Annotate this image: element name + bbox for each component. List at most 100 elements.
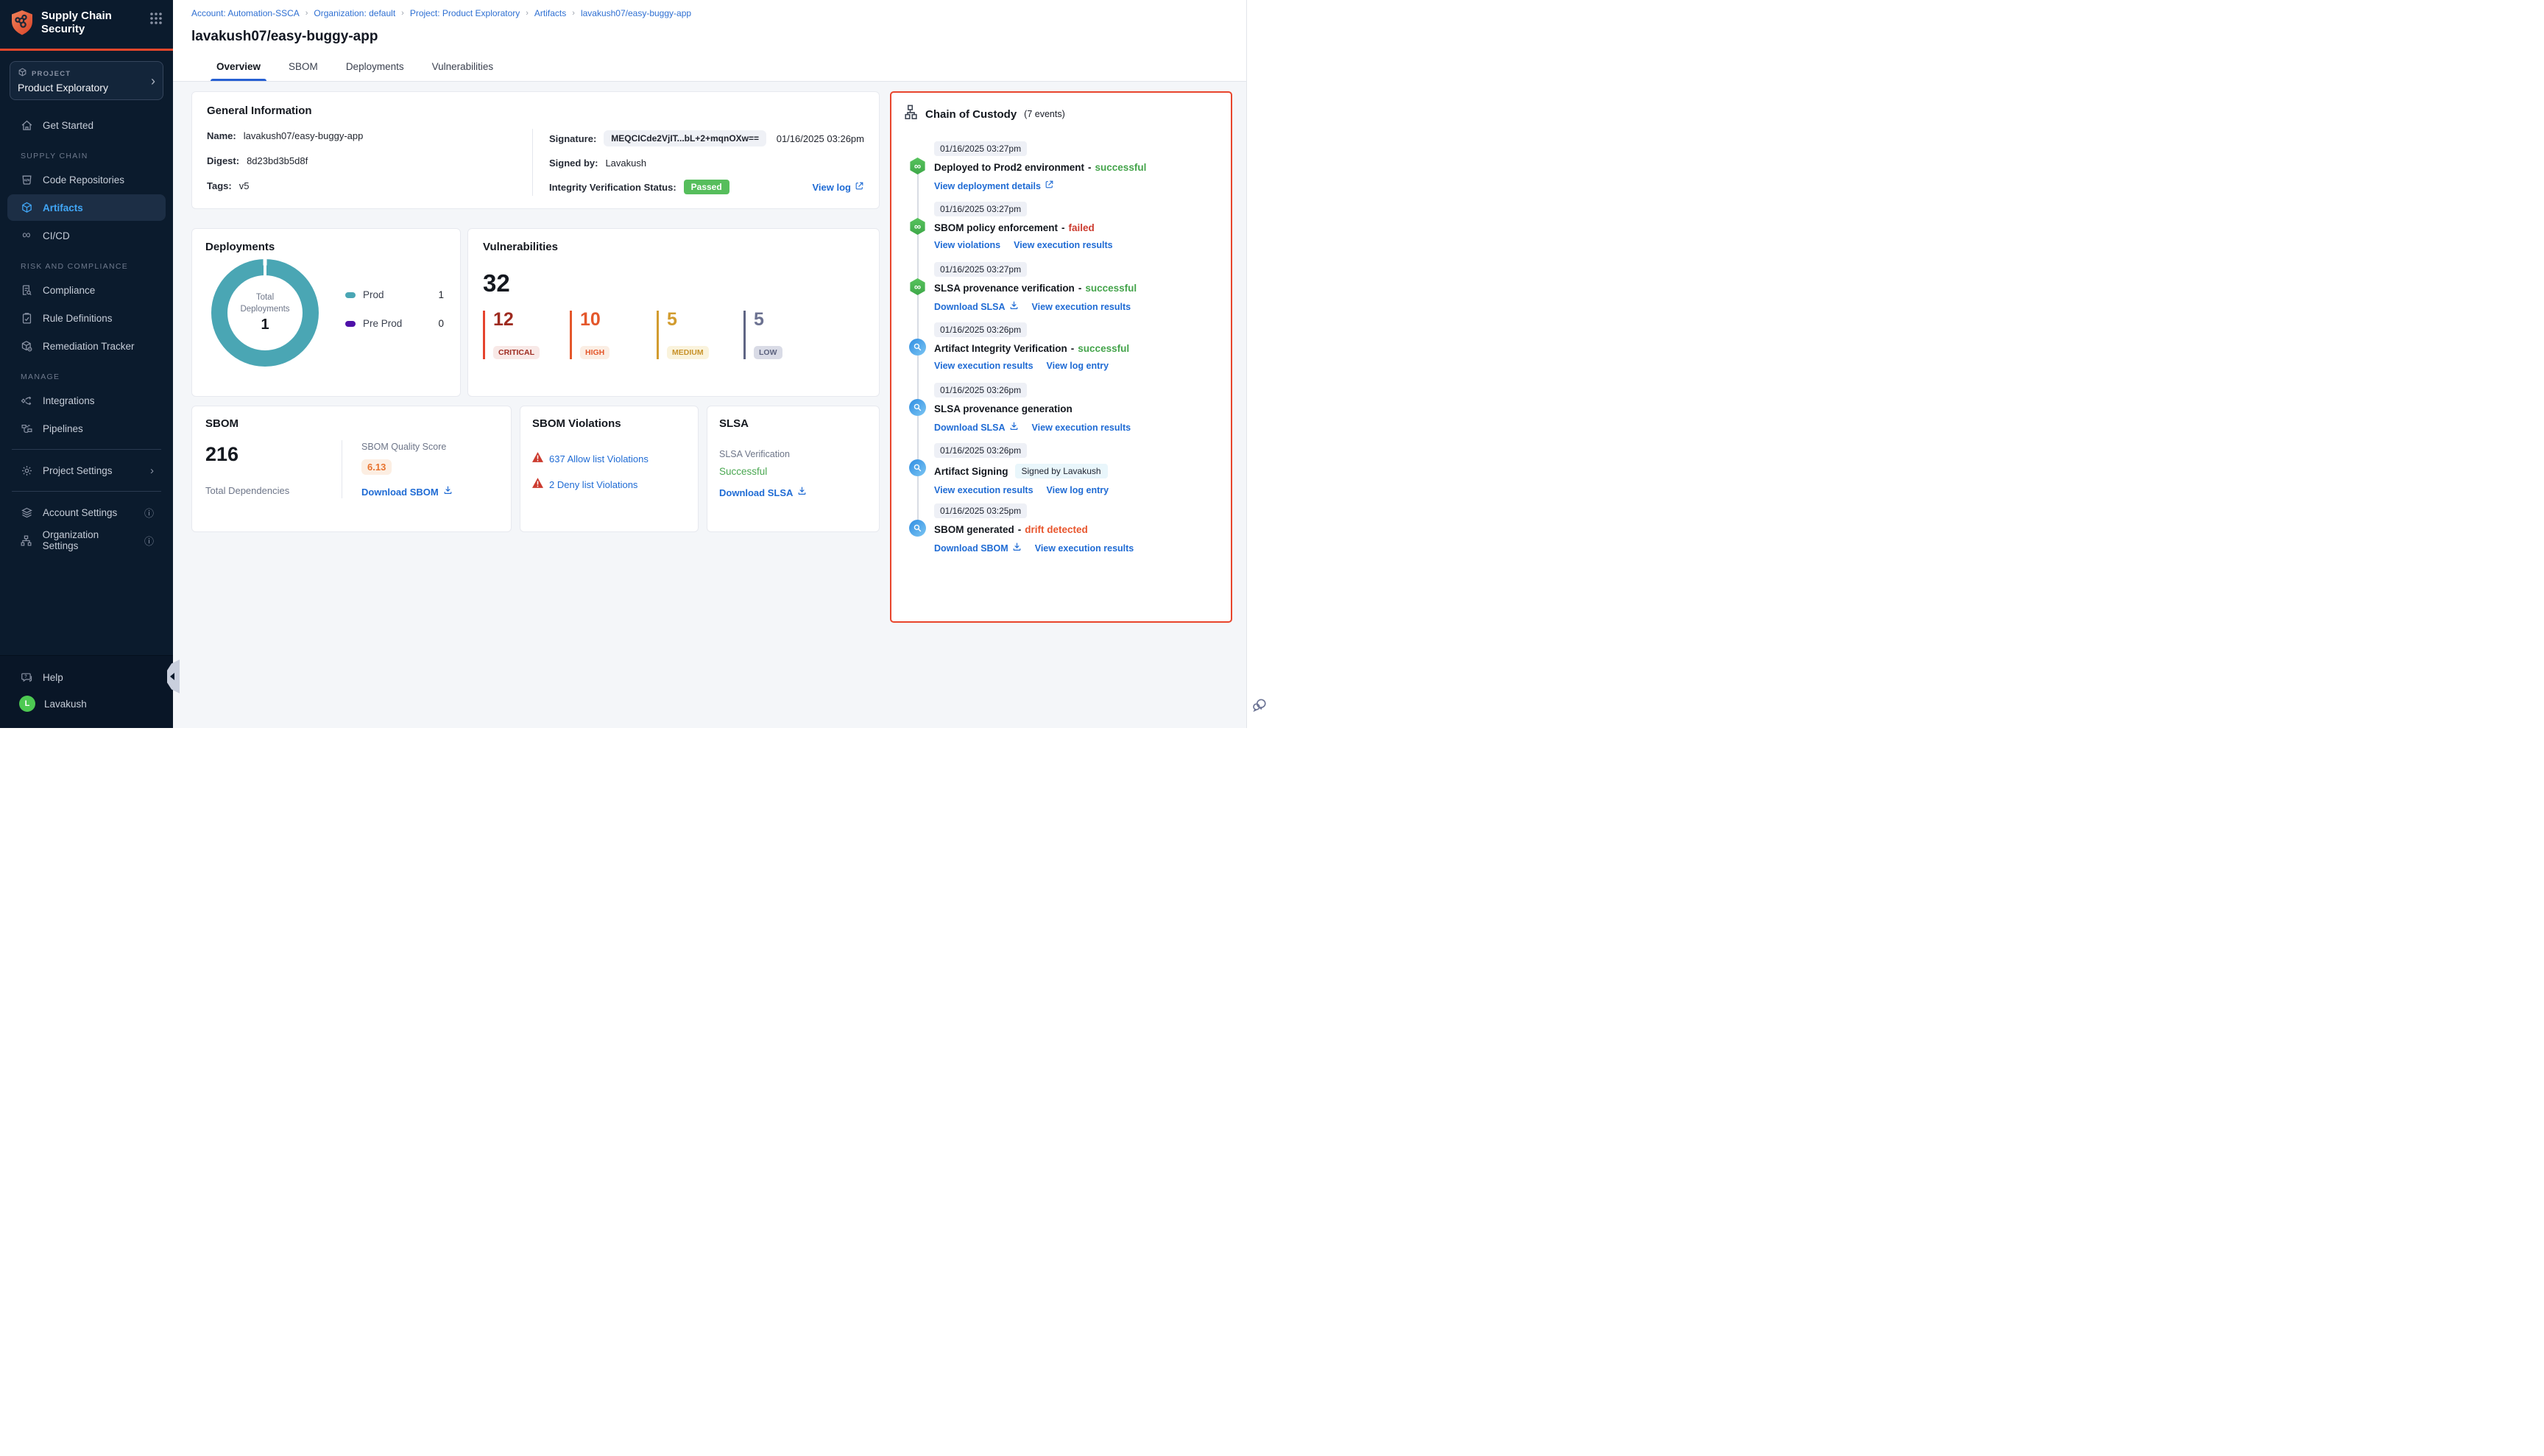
external-link-icon (855, 181, 864, 193)
name-value: lavakush07/easy-buggy-app (244, 130, 364, 141)
event-status: drift detected (1025, 524, 1088, 535)
event-timestamp: 01/16/2025 03:27pm (934, 141, 1027, 156)
overview-left-column: General Information Name: lavakush07/eas… (191, 91, 880, 532)
module-grid-icon[interactable] (149, 12, 163, 29)
view-execution-results-link[interactable]: View execution results (1035, 543, 1134, 554)
sidebar-item-remediation-tracker[interactable]: Remediation Tracker (7, 333, 166, 359)
signed-by-label: Signed by: (549, 158, 598, 169)
tab-overview[interactable]: Overview (215, 54, 262, 81)
event-timestamp: 01/16/2025 03:26pm (934, 383, 1027, 397)
project-cube-icon (18, 68, 27, 79)
vulnerabilities-card: Vulnerabilities 32 12 CRITICAL 10 HIGH (467, 228, 880, 397)
card-title: Vulnerabilities (483, 241, 864, 253)
view-deployment-details-link[interactable]: View deployment details (934, 181, 1041, 191)
view-execution-results-link[interactable]: View execution results (934, 361, 1034, 371)
download-sbom-link[interactable]: Download SBOM (934, 543, 1008, 554)
event-title: SLSA provenance verification (934, 283, 1075, 294)
tab-deployments[interactable]: Deployments (344, 54, 406, 81)
prod-swatch (345, 292, 356, 298)
panel-title: Chain of Custody (925, 108, 1017, 121)
layers-gear-icon (19, 506, 34, 519)
sidebar-item-rule-definitions[interactable]: Rule Definitions (7, 305, 166, 331)
project-selector[interactable]: PROJECT Product Exploratory › (10, 61, 163, 100)
tags-value: v5 (239, 180, 250, 191)
view-execution-results-link[interactable]: View execution results (1014, 240, 1113, 250)
severity-critical: 12 CRITICAL (483, 311, 570, 359)
preprod-swatch (345, 321, 356, 327)
sidebar-item-get-started[interactable]: Get Started (7, 112, 166, 138)
download-slsa-link[interactable]: Download SLSA (934, 423, 1006, 433)
events-count: (7 events) (1024, 109, 1065, 119)
download-sbom-link[interactable]: Download SBOM (361, 487, 439, 498)
breadcrumb-separator-icon: › (526, 9, 529, 18)
sidebar-nav: Get Started SUPPLY CHAIN Code Repositori… (0, 105, 173, 655)
user-menu[interactable]: L Lavakush (7, 691, 166, 716)
sidebar-item-organization-settings[interactable]: Organization Settings ⓘ (7, 527, 166, 554)
info-icon[interactable]: ⓘ (144, 506, 154, 520)
card-title: Deployments (205, 241, 447, 253)
event-timestamp: 01/16/2025 03:27pm (934, 262, 1027, 277)
view-execution-results-link[interactable]: View execution results (934, 485, 1034, 495)
breadcrumb-artifacts[interactable]: Artifacts (534, 8, 566, 18)
sidebar-item-artifacts[interactable]: Artifacts (7, 194, 166, 221)
deny-list-violations-link[interactable]: 2 Deny list Violations (549, 479, 637, 490)
sidebar-item-account-settings[interactable]: Account Settings ⓘ (7, 499, 166, 526)
sidebar-item-pipelines[interactable]: Pipelines (7, 415, 166, 442)
page-header: Account: Automation-SSCA › Organization:… (173, 0, 1246, 54)
warning-triangle-icon (532, 452, 543, 466)
signature-timestamp: 01/16/2025 03:26pm (777, 133, 864, 144)
download-icon (1009, 421, 1019, 434)
digest-label: Digest: (207, 155, 239, 166)
card-title: SBOM Violations (532, 417, 686, 430)
sidebar: Supply Chain Security PROJECT (0, 0, 173, 728)
project-name: Product Exploratory (18, 82, 151, 93)
sidebar-item-code-repositories[interactable]: Code Repositories (7, 166, 166, 193)
chevron-right-icon: › (151, 74, 155, 88)
section-supply-chain: SUPPLY CHAIN (0, 140, 173, 165)
breadcrumb-artifact-name[interactable]: lavakush07/easy-buggy-app (581, 8, 691, 18)
chain-of-custody-icon (905, 105, 919, 124)
chevron-right-icon: › (150, 464, 154, 477)
breadcrumb-project[interactable]: Project: Product Exploratory (410, 8, 520, 18)
sbom-card: SBOM 216 Total Dependencies SBOM Quality… (191, 406, 512, 532)
sbom-quality-score-label: SBOM Quality Score (361, 442, 453, 452)
info-icon[interactable]: ⓘ (144, 534, 154, 548)
breadcrumb-account[interactable]: Account: Automation-SSCA (191, 8, 300, 18)
pipeline-hexagon-icon: ∞ (909, 278, 926, 295)
sidebar-item-help[interactable]: ? Help (7, 665, 166, 690)
download-slsa-link[interactable]: Download SLSA (719, 487, 793, 498)
breadcrumb-organization[interactable]: Organization: default (314, 8, 395, 18)
tab-sbom[interactable]: SBOM (287, 54, 319, 81)
event-status: successful (1085, 283, 1137, 294)
document-search-icon (19, 284, 34, 297)
signed-by-chip: Signed by Lavakush (1015, 464, 1108, 478)
donut-center-value: 1 (261, 317, 269, 333)
view-violations-link[interactable]: View violations (934, 240, 1000, 250)
event-title: Artifact Signing (934, 466, 1008, 477)
view-log-entry-link[interactable]: View log entry (1047, 485, 1109, 495)
tab-vulnerabilities[interactable]: Vulnerabilities (431, 54, 495, 81)
home-icon (19, 119, 34, 132)
custody-event: ∞ 01/16/2025 03:27pm SBOM policy enforce… (909, 202, 1219, 262)
sbom-total-dependencies: 216 (205, 443, 342, 466)
view-execution-results-link[interactable]: View execution results (1032, 302, 1131, 312)
integrity-status-label: Integrity Verification Status: (549, 182, 676, 193)
view-execution-results-link[interactable]: View execution results (1032, 423, 1131, 433)
allow-list-violations-link[interactable]: 637 Allow list Violations (549, 453, 649, 464)
divider (12, 449, 161, 450)
donut-center-label: Total Deployments (236, 292, 294, 315)
view-log-link[interactable]: View log (813, 182, 852, 193)
sidebar-item-cicd[interactable]: ∞ CI/CD (7, 222, 166, 249)
sidebar-item-project-settings[interactable]: Project Settings › (7, 457, 166, 484)
view-log-entry-link[interactable]: View log entry (1047, 361, 1109, 371)
name-label: Name: (207, 130, 236, 141)
download-slsa-link[interactable]: Download SLSA (934, 302, 1006, 312)
right-rail (1246, 0, 1272, 728)
feedback-chat-icon[interactable] (1251, 696, 1268, 716)
deployments-card: Deployments Total Deployments 1 (191, 228, 461, 397)
sidebar-item-integrations[interactable]: Integrations (7, 387, 166, 414)
download-icon (797, 486, 807, 499)
sidebar-header: Supply Chain Security (0, 0, 173, 49)
infinity-icon: ∞ (19, 230, 34, 241)
sidebar-item-compliance[interactable]: Compliance (7, 277, 166, 303)
